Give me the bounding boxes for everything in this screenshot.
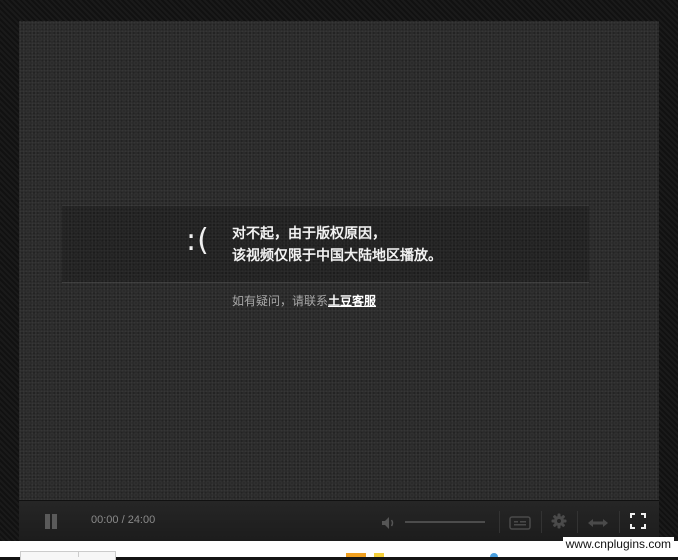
star-icon — [374, 553, 384, 557]
widescreen-icon[interactable] — [587, 515, 609, 529]
time-display: 00:00 / 24:00 — [91, 514, 156, 526]
control-bar: 00:00 / 24:00 — [19, 500, 659, 542]
watermark: www.cnplugins.com — [562, 537, 674, 552]
divider — [619, 511, 620, 533]
divider — [499, 511, 500, 533]
sad-face-icon: :( — [186, 223, 210, 258]
subtitle-button[interactable] — [509, 515, 531, 530]
divider — [78, 551, 79, 557]
browser-icon — [490, 553, 498, 557]
help-prefix: 如有疑问，请联系 — [232, 294, 329, 308]
error-message-line-2: 该视频仅限于中国大陆地区播放。 — [232, 248, 442, 264]
fullscreen-icon[interactable] — [630, 513, 646, 529]
volume-slider[interactable] — [405, 521, 485, 523]
divider — [541, 511, 542, 533]
divider — [577, 511, 578, 533]
error-message-line-1: 对不起，由于版权原因， — [232, 226, 386, 242]
pause-button[interactable] — [43, 514, 59, 530]
browser-tab[interactable] — [20, 551, 116, 560]
customer-service-link[interactable]: 土豆客服 — [328, 294, 376, 308]
message-band — [62, 205, 589, 283]
settings-gear-icon[interactable] — [551, 513, 567, 529]
volume-icon[interactable] — [381, 515, 397, 529]
help-text: 如有疑问，请联系土豆客服 — [232, 292, 376, 310]
rss-icon — [346, 553, 366, 557]
